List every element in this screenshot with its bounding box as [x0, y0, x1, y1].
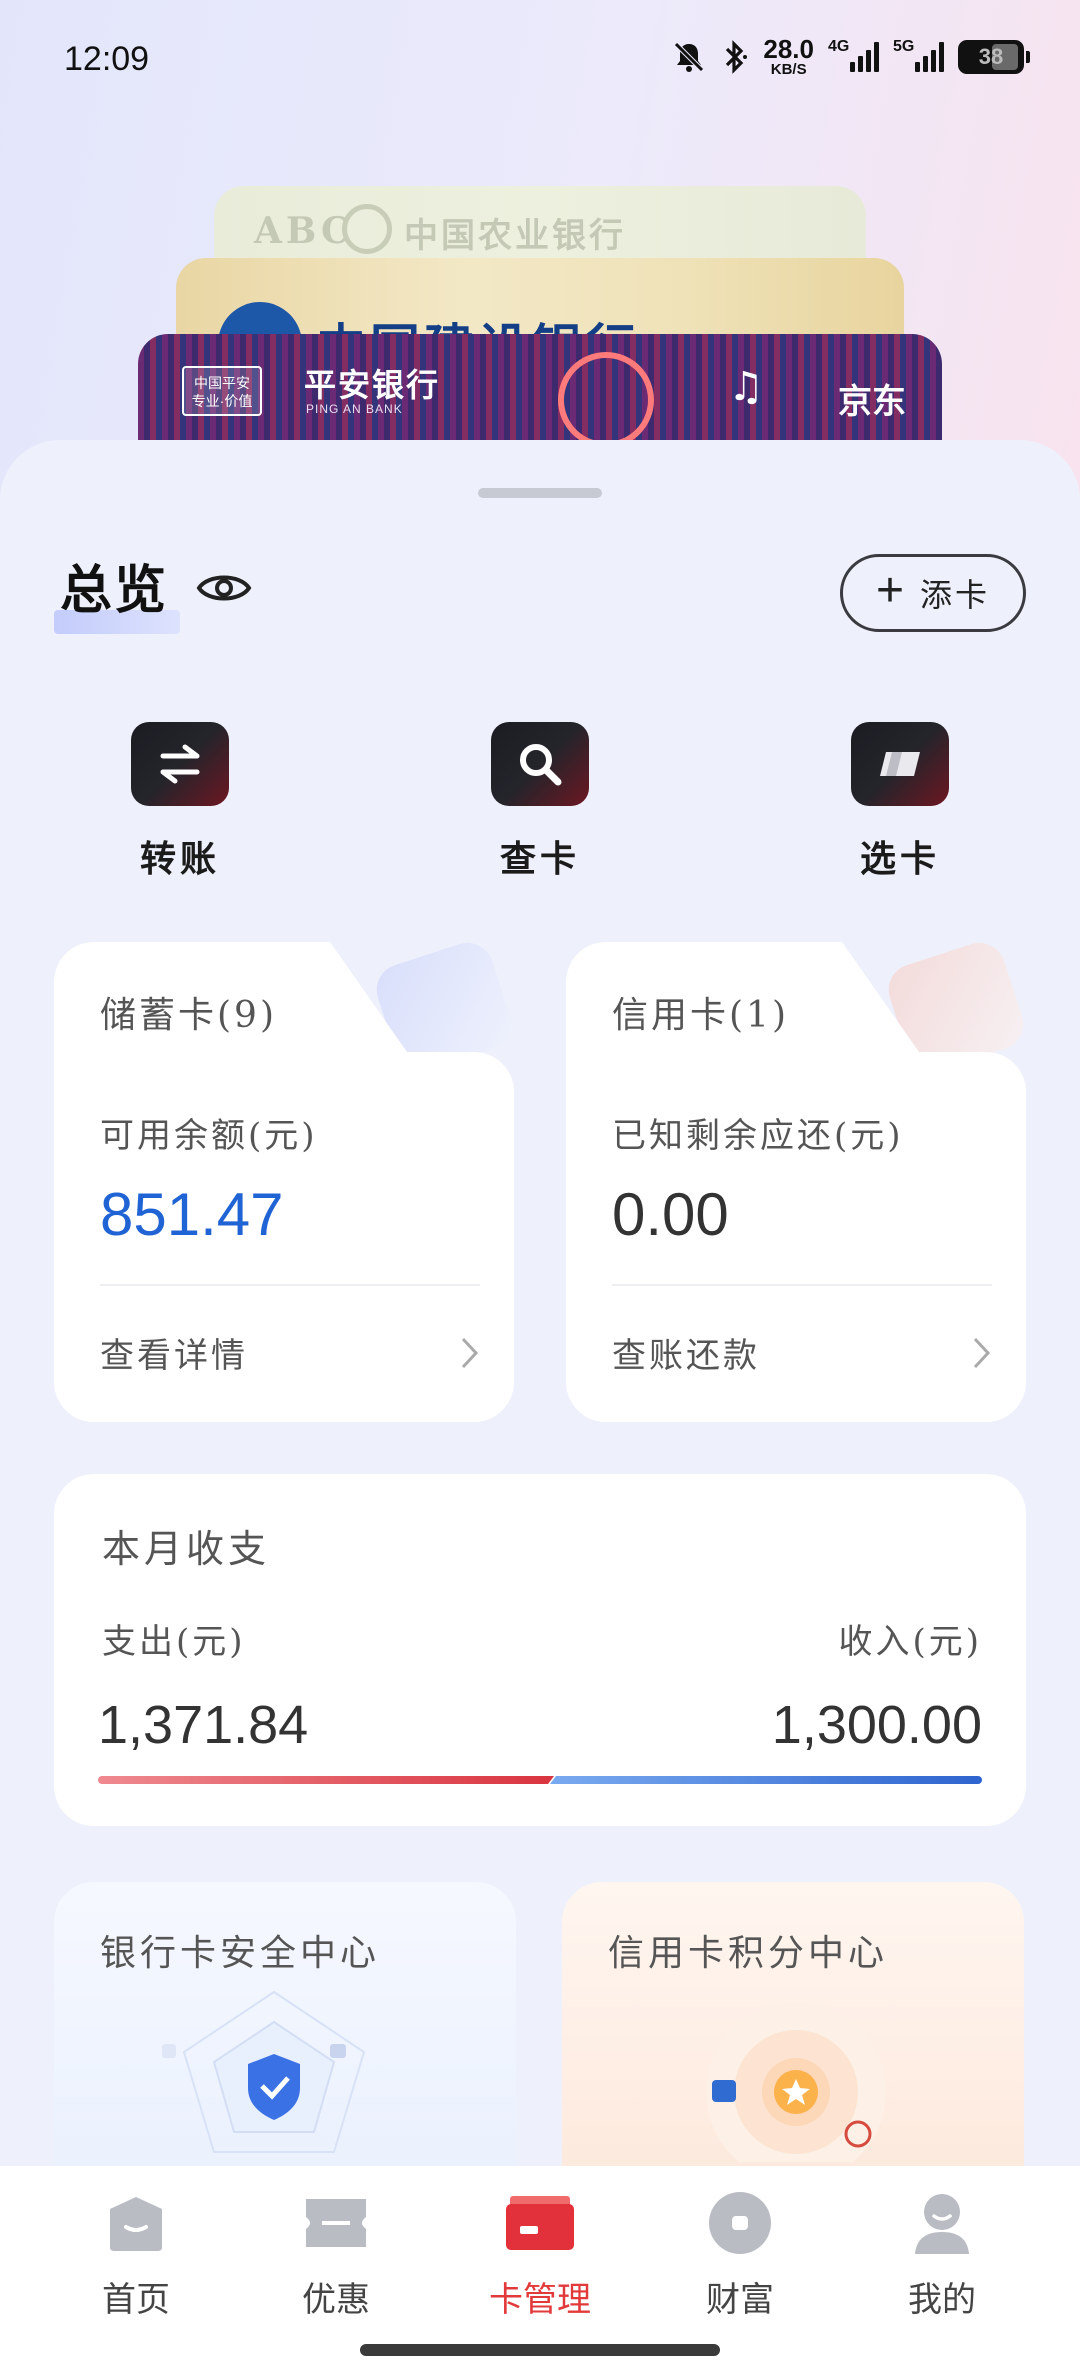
pingan-badge-line2: 专业·价值 — [191, 393, 253, 410]
monthly-summary-card[interactable]: 本月收支 支出(元) 收入(元) 1,371.84 1,300.00 — [54, 1474, 1026, 1826]
pingan-bank-name: 平安银行 — [304, 366, 441, 404]
expense-bar — [98, 1776, 554, 1784]
card-manage-icon — [505, 2188, 575, 2258]
signal-5g-icon: 5G — [893, 38, 944, 72]
music-note-icon: ♫ — [728, 364, 764, 410]
credit-card-summary[interactable]: 信用卡(1) 已知剩余应还(元) 0.00 查账还款 — [566, 936, 1031, 1422]
quick-action-search-card[interactable]: 查卡 — [440, 722, 640, 882]
network-speed: 28.0 KB/S — [763, 36, 814, 77]
tab-card-management[interactable]: 卡管理 — [460, 2188, 620, 2321]
abc-latin-text: ABC — [254, 210, 354, 252]
debit-balance-value: 851.47 — [100, 1181, 284, 1248]
card-security-center[interactable]: 银行卡安全中心 — [54, 1882, 516, 2182]
battery-icon: 38 — [958, 39, 1030, 74]
tab-label: 卡管理 — [489, 2280, 591, 2320]
quick-action-select-card[interactable]: 选卡 — [800, 722, 1000, 882]
pingan-badge-line1: 中国平安 — [194, 375, 250, 391]
tab-home[interactable]: 首页 — [56, 2188, 216, 2321]
network-speed-unit: KB/S — [770, 61, 807, 78]
add-card-button[interactable]: + 添卡 — [840, 554, 1026, 632]
shield-icon — [154, 1982, 394, 2166]
tab-label: 财富 — [706, 2280, 774, 2320]
bluetooth-icon — [721, 39, 749, 75]
debit-card-summary[interactable]: 储蓄卡(9) 可用余额(元) 851.47 查看详情 — [54, 936, 519, 1422]
status-time: 12:09 — [64, 40, 150, 78]
tab-offers[interactable]: 优惠 — [256, 2188, 416, 2321]
tab-profile[interactable]: 我的 — [862, 2188, 1022, 2321]
security-center-title: 银行卡安全中心 — [100, 1933, 381, 1974]
jd-brand-label: 京东 — [838, 382, 906, 422]
status-bar: 12:09 28.0 KB/S 4G 5G 38 — [0, 0, 1080, 120]
income-value: 1,300.00 — [771, 1695, 982, 1755]
points-center-title: 信用卡积分中心 — [608, 1933, 889, 1974]
divider — [100, 1284, 480, 1286]
expense-value: 1,371.84 — [98, 1695, 309, 1755]
transfer-icon — [131, 722, 229, 806]
star-coin-icon — [672, 1982, 912, 2182]
pingan-badge: 中国平安 专业·价值 — [182, 366, 262, 416]
credit-due-label: 已知剩余应还(元) — [612, 1116, 904, 1156]
battery-level: 38 — [978, 43, 1004, 69]
headphones-icon — [558, 352, 654, 444]
home-icon — [101, 2188, 171, 2258]
chevron-right-icon — [972, 1336, 992, 1374]
bank-card-pingan[interactable]: 中国平安 专业·价值 平安银行 PING AN BANK ♫ 京东 — [138, 334, 942, 444]
monthly-title: 本月收支 — [102, 1527, 271, 1571]
tab-label: 首页 — [102, 2280, 170, 2320]
search-icon — [491, 722, 589, 806]
network-speed-value: 28.0 — [763, 34, 814, 64]
mute-bell-icon — [671, 39, 707, 75]
network-type-label: 4G — [828, 37, 850, 55]
debit-balance-label: 可用余额(元) — [100, 1116, 318, 1156]
income-expense-bar — [98, 1776, 982, 1784]
signal-4g-icon: 4G — [828, 38, 879, 72]
income-bar — [550, 1776, 982, 1784]
page-title: 总览 — [60, 560, 169, 621]
chevron-right-icon — [460, 1336, 480, 1374]
abc-bank-name: 中国农业银行 — [404, 216, 626, 256]
debit-details-link[interactable]: 查看详情 — [100, 1328, 248, 1377]
debit-card-title: 储蓄卡(9) — [100, 995, 277, 1036]
credit-due-value: 0.00 — [612, 1181, 729, 1248]
coupon-icon — [301, 2188, 371, 2258]
eye-icon[interactable] — [196, 568, 252, 612]
plus-icon: + — [875, 564, 904, 617]
tab-label: 优惠 — [302, 2280, 370, 2320]
income-label: 收入(元) — [838, 1622, 982, 1662]
quick-action-label: 转账 — [139, 838, 220, 880]
quick-action-label: 选卡 — [859, 838, 940, 880]
status-icons: 28.0 KB/S 4G 5G 38 — [671, 36, 1030, 77]
divider — [612, 1284, 992, 1286]
card-select-icon — [851, 722, 949, 806]
tab-label: 我的 — [908, 2280, 976, 2320]
pingan-bank-name-en: PING AN BANK — [306, 402, 403, 416]
expense-label: 支出(元) — [102, 1622, 246, 1662]
quick-action-label: 查卡 — [499, 838, 580, 880]
abc-logo-icon — [342, 204, 392, 254]
wealth-icon — [705, 2188, 775, 2258]
quick-action-transfer[interactable]: 转账 — [80, 722, 280, 882]
sheet-drag-handle[interactable] — [478, 488, 602, 498]
credit-repay-link[interactable]: 查账还款 — [612, 1328, 760, 1377]
credit-points-center[interactable]: 信用卡积分中心 — [562, 1882, 1024, 2182]
profile-icon — [907, 2188, 977, 2258]
add-card-label: 添卡 — [920, 577, 991, 613]
home-indicator[interactable] — [360, 2344, 720, 2356]
credit-card-title: 信用卡(1) — [612, 995, 789, 1036]
tab-wealth[interactable]: 财富 — [660, 2188, 820, 2321]
network-type-label: 5G — [893, 37, 915, 55]
